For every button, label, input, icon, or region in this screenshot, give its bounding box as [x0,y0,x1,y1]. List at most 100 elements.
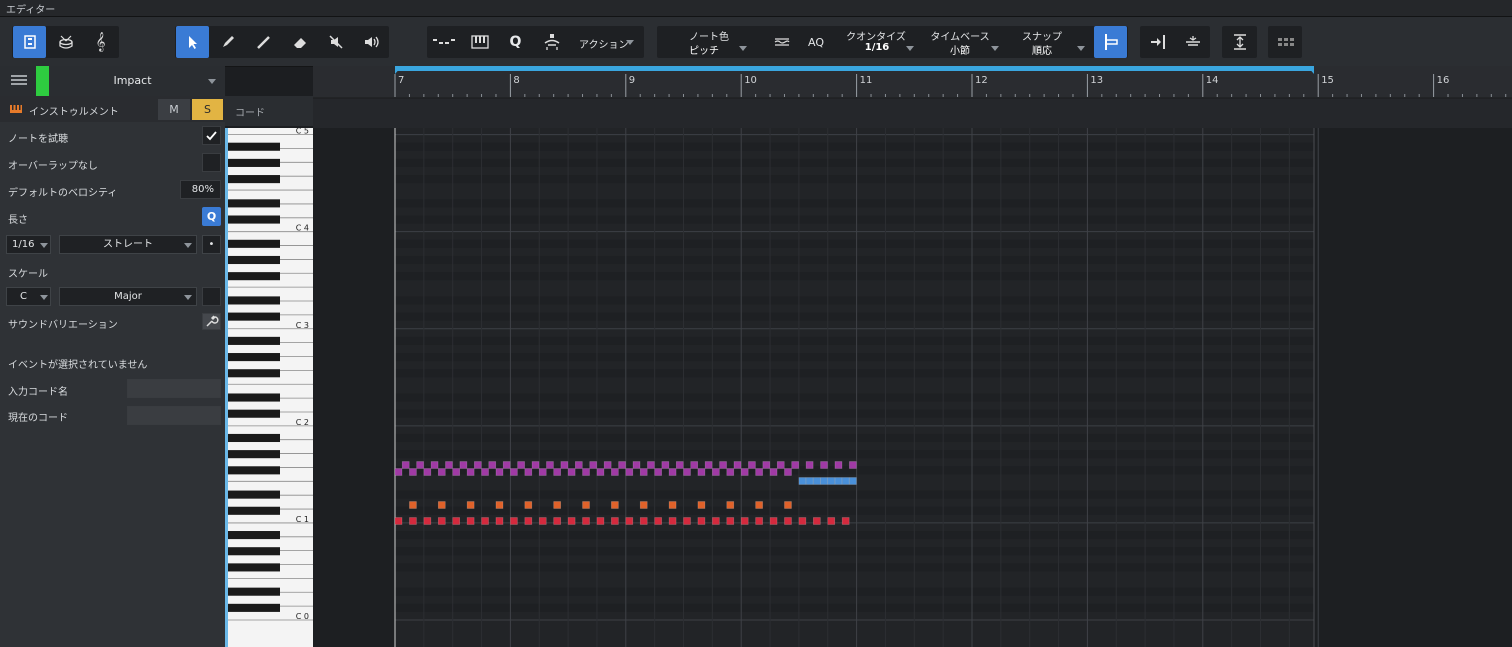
midi-note[interactable] [481,517,489,525]
black-key[interactable] [225,490,280,499]
midi-note[interactable] [827,517,836,525]
note-color-value[interactable]: ピッチ [684,42,724,57]
midi-note[interactable] [690,461,699,469]
scale-option-box[interactable] [202,287,221,306]
scale-root-select[interactable]: C [6,287,51,306]
timeline-ruler[interactable]: 7 8 9 10 11 12 13 14 15 16 [313,66,1512,128]
midi-note[interactable] [813,477,821,485]
black-key[interactable] [225,393,280,402]
midi-note[interactable] [560,461,569,469]
black-key[interactable] [225,296,280,305]
midi-note[interactable] [740,468,749,476]
black-key[interactable] [225,433,280,443]
note-grid[interactable] [313,128,1512,647]
midi-note[interactable] [416,461,424,469]
midi-note[interactable] [553,517,561,525]
midi-note[interactable] [813,517,821,525]
midi-note[interactable] [445,461,453,469]
midi-note[interactable] [683,517,691,525]
midi-note[interactable] [510,517,518,525]
midi-note[interactable] [495,501,504,509]
midi-note[interactable] [654,468,662,476]
midi-note[interactable] [517,461,525,469]
snap-toggle-button[interactable] [1094,26,1127,58]
midi-note[interactable] [820,461,828,469]
midi-note[interactable] [755,501,763,509]
midi-note[interactable] [611,468,619,476]
midi-note[interactable] [625,468,634,476]
midi-note[interactable] [553,501,561,509]
midi-note[interactable] [538,468,547,476]
midi-note[interactable] [769,468,778,476]
midi-note[interactable] [625,517,634,525]
midi-note[interactable] [567,517,576,525]
midi-note[interactable] [466,501,475,509]
midi-note[interactable] [437,501,446,509]
midi-note[interactable] [618,461,626,469]
midi-note[interactable] [668,468,677,476]
midi-note[interactable] [719,461,727,469]
midi-note[interactable] [459,461,468,469]
humanize-button[interactable] [765,26,798,58]
midi-note[interactable] [841,517,850,525]
midi-note[interactable] [538,517,547,525]
midi-note[interactable] [495,517,504,525]
midi-note[interactable] [697,468,706,476]
collapse-button[interactable] [1176,26,1209,58]
black-key[interactable] [225,450,280,459]
midi-note[interactable] [704,461,713,469]
midi-note[interactable] [582,501,590,509]
midi-note[interactable] [639,468,648,476]
length-value-select[interactable]: 1/16 [6,235,51,254]
midi-note[interactable] [611,517,619,525]
black-key[interactable] [225,506,280,515]
midi-note[interactable] [697,501,706,509]
black-key[interactable] [225,409,280,418]
black-key[interactable] [225,587,280,596]
midi-note[interactable] [784,468,792,476]
note-grid-canvas[interactable] [313,128,1512,647]
midi-note[interactable] [647,461,655,469]
midi-note[interactable] [603,461,612,469]
score-view-button[interactable]: 𝄞 [84,26,117,58]
loop-range-bar[interactable] [395,66,1314,71]
black-key[interactable] [225,547,280,556]
length-quantize-button[interactable]: Q [202,207,221,226]
black-key[interactable] [225,603,280,612]
midi-note[interactable] [481,468,489,476]
midi-note[interactable] [834,461,843,469]
midi-note[interactable] [437,468,446,476]
grid-view-button[interactable] [1269,26,1302,58]
black-key[interactable] [225,199,280,208]
piano-keys-button[interactable] [463,26,496,58]
midi-note[interactable] [409,501,417,509]
midi-note[interactable] [582,468,590,476]
paint-tool-button[interactable] [211,26,244,58]
midi-note[interactable] [791,461,799,469]
midi-note[interactable] [582,517,590,525]
midi-note[interactable] [748,461,756,469]
no-overlap-checkbox[interactable] [202,153,221,172]
midi-note[interactable] [834,477,843,485]
quantize-button[interactable]: Q [499,26,532,58]
black-key[interactable] [225,563,280,572]
note-editor-view-button[interactable] [13,26,46,58]
listen-tool-button[interactable] [355,26,388,58]
midi-note[interactable] [726,468,735,476]
follow-playback-button[interactable] [1141,26,1174,58]
black-key[interactable] [225,142,280,151]
midi-note[interactable] [510,468,518,476]
midi-note[interactable] [409,517,417,525]
midi-note[interactable] [820,477,828,485]
transform-button[interactable] [427,26,460,58]
midi-note[interactable] [495,468,504,476]
black-key[interactable] [225,353,280,362]
dotted-toggle[interactable]: • [202,235,221,254]
scale-type-select[interactable]: Major [59,287,197,306]
piano-keyboard[interactable]: C 0 C 1 C 2 C 3 C 4 C 5 [225,128,313,647]
midi-note[interactable] [755,517,763,525]
midi-note[interactable] [726,501,735,509]
midi-note[interactable] [712,517,720,525]
midi-note[interactable] [524,501,533,509]
midi-note[interactable] [474,461,482,469]
